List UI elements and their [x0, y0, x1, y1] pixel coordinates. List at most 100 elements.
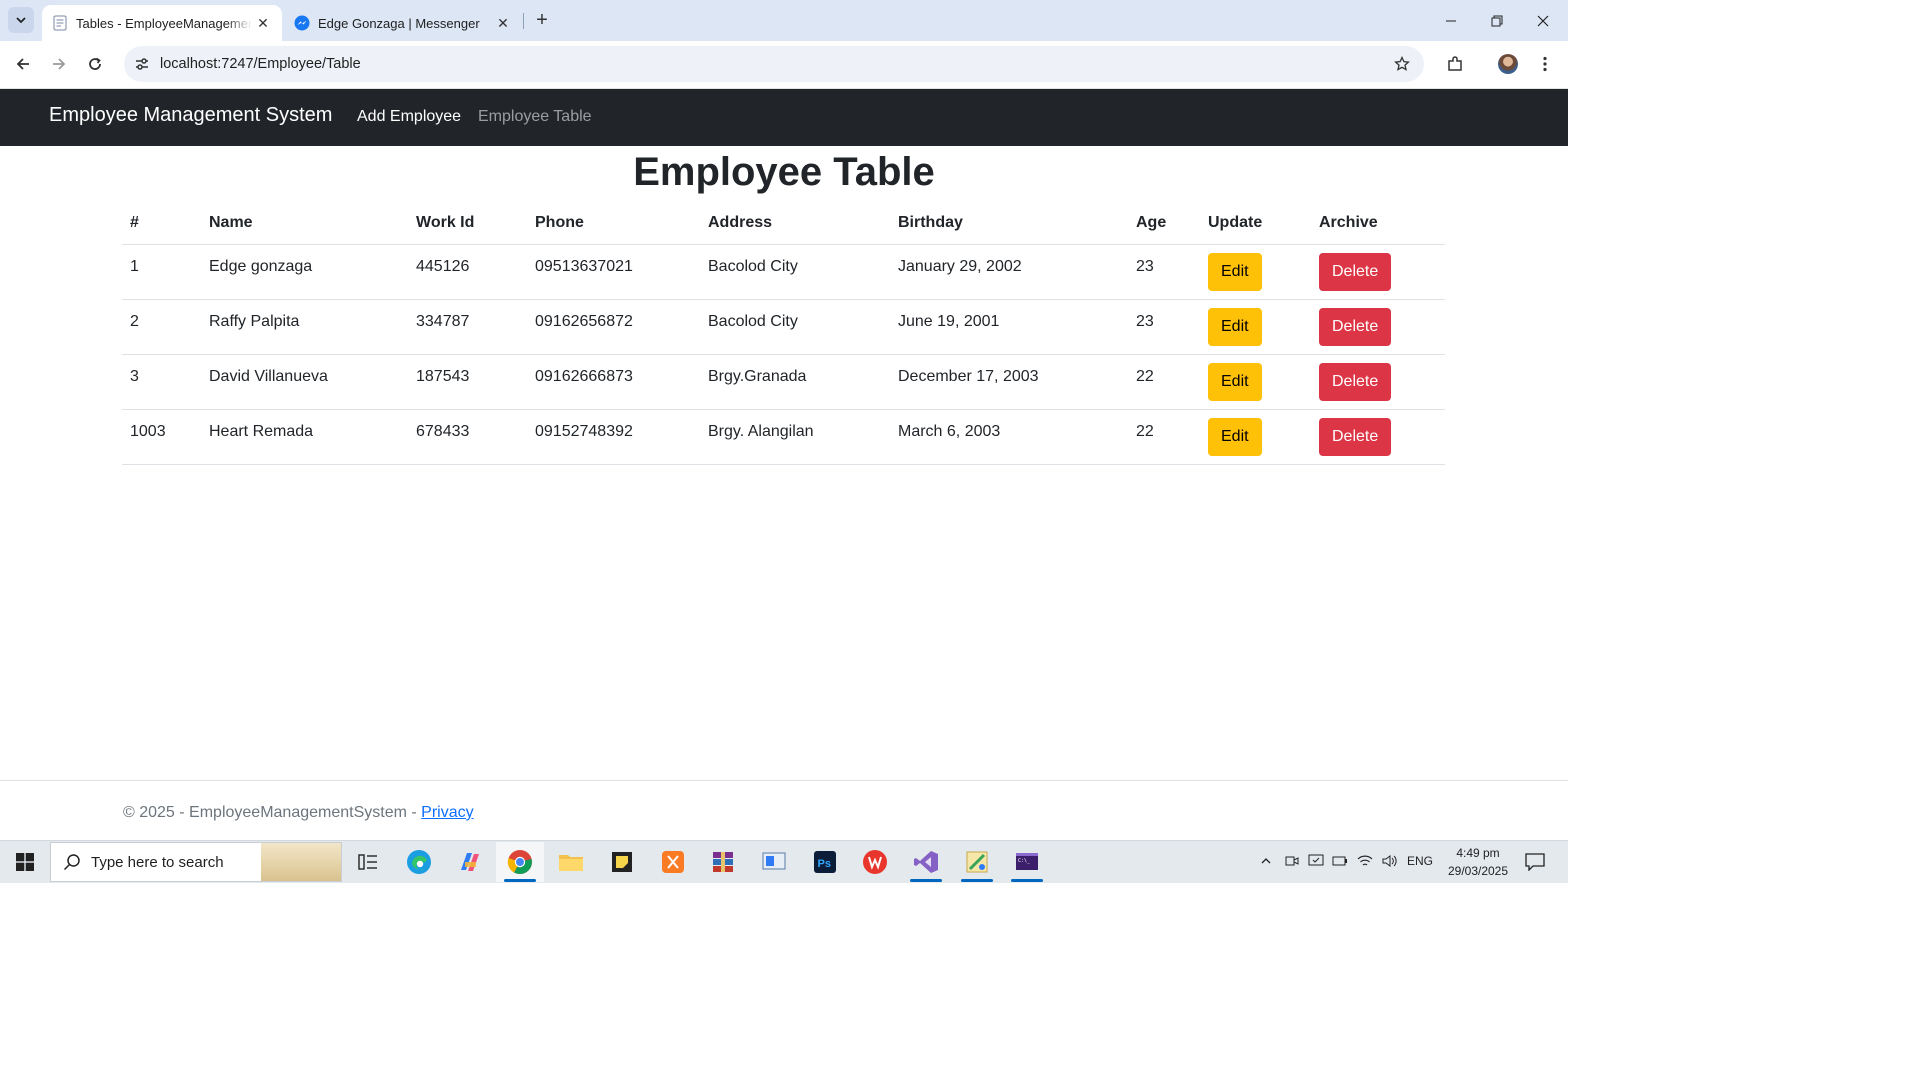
clock-date: 29/03/2025 — [1447, 864, 1509, 878]
extensions-icon[interactable] — [1440, 49, 1470, 79]
navbar-brand[interactable]: Employee Management System — [49, 104, 332, 127]
meet-now-icon[interactable] — [1282, 851, 1302, 871]
chevron-up-icon[interactable] — [1256, 851, 1276, 871]
volume-icon[interactable] — [1380, 851, 1400, 871]
cell-birthday: June 19, 2001 — [898, 313, 1000, 330]
cell-birthday: January 29, 2002 — [898, 258, 1022, 275]
column-header-phone: Phone — [527, 202, 700, 245]
delete-button[interactable]: Delete — [1319, 308, 1392, 346]
forward-button[interactable] — [44, 49, 74, 79]
browser-tab-messenger[interactable]: Edge Gonzaga | Messenger ✕ — [284, 5, 522, 41]
taskbar-app-visual-studio[interactable] — [902, 842, 950, 882]
employee-table: # Name Work Id Phone Address Birthday Ag… — [122, 202, 1445, 465]
taskbar-app-winrar[interactable] — [699, 842, 747, 882]
new-tab-button[interactable]: + — [530, 8, 554, 32]
cell-number: 1003 — [130, 423, 166, 440]
column-header-archive: Archive — [1311, 202, 1445, 245]
nav-link-add-employee[interactable]: Add Employee — [357, 108, 461, 126]
close-tab-icon[interactable]: ✕ — [492, 12, 514, 34]
delete-button[interactable]: Delete — [1319, 418, 1392, 456]
reload-icon — [89, 57, 101, 70]
arrow-left-icon — [16, 58, 29, 70]
browser-menu-icon[interactable] — [1530, 49, 1560, 79]
edit-button[interactable]: Edit — [1208, 418, 1262, 456]
sticky-notes-icon — [612, 852, 632, 872]
paint-app-icon — [966, 851, 988, 873]
taskbar-app-paint[interactable] — [953, 842, 1001, 882]
cell-work-id: 187543 — [416, 368, 470, 385]
start-button[interactable] — [0, 841, 50, 883]
reload-button[interactable] — [80, 49, 110, 79]
edit-button[interactable]: Edit — [1208, 308, 1262, 346]
cell-work-id: 678433 — [416, 423, 470, 440]
defender-icon[interactable] — [1306, 851, 1326, 871]
language-indicator[interactable]: ENG — [1407, 854, 1433, 868]
notification-center-icon[interactable] — [1522, 849, 1548, 875]
privacy-link[interactable]: Privacy — [421, 804, 473, 821]
column-header-birthday: Birthday — [890, 202, 1128, 245]
active-app-indicator — [504, 879, 536, 882]
delete-button[interactable]: Delete — [1319, 253, 1392, 291]
tab-search-button[interactable] — [8, 7, 34, 33]
visual-studio-icon — [914, 851, 938, 873]
url-text[interactable]: localhost:7247/Employee/Table — [160, 56, 1388, 72]
edit-button[interactable]: Edit — [1208, 363, 1262, 401]
cell-birthday: March 6, 2003 — [898, 423, 1001, 440]
cell-phone: 09152748392 — [535, 423, 633, 440]
close-tab-icon[interactable]: ✕ — [252, 12, 274, 34]
task-view-button[interactable] — [344, 842, 392, 882]
cell-work-id: 334787 — [416, 313, 470, 330]
cell-number: 1 — [130, 258, 139, 275]
taskbar-app-edge[interactable] — [395, 842, 443, 882]
page-footer: © 2025 - EmployeeManagementSystem - Priv… — [0, 780, 1568, 841]
taskbar-app-remote-desktop[interactable] — [750, 842, 798, 882]
windows-logo-icon — [16, 853, 34, 871]
taskbar-app-terminal[interactable]: C:\_ — [1003, 842, 1051, 882]
svg-text:C:\_: C:\_ — [1018, 858, 1031, 864]
column-header-age: Age — [1128, 202, 1200, 245]
back-button[interactable] — [8, 49, 38, 79]
search-highlight-image — [261, 843, 341, 881]
taskbar-app-wps-office[interactable] — [851, 842, 899, 882]
taskbar-app-xampp[interactable] — [649, 842, 697, 882]
battery-icon[interactable] — [1330, 851, 1350, 871]
close-window-icon[interactable] — [1520, 0, 1566, 41]
task-view-icon — [358, 854, 377, 870]
cell-age: 22 — [1136, 368, 1154, 385]
taskbar-clock[interactable]: 4:49 pm 29/03/2025 — [1440, 844, 1516, 880]
taskbar-search-box[interactable]: Type here to search — [50, 842, 342, 882]
profile-avatar[interactable] — [1493, 49, 1523, 79]
taskbar-app-chrome[interactable] — [496, 842, 544, 882]
nav-link-employee-table[interactable]: Employee Table — [478, 108, 592, 126]
taskbar-app-photoshop[interactable]: Ps — [801, 842, 849, 882]
taskbar-app-sticky-notes[interactable] — [598, 842, 646, 882]
restore-icon[interactable] — [1474, 0, 1520, 41]
column-header-update: Update — [1200, 202, 1311, 245]
tab-separator — [523, 13, 524, 29]
arrow-right-icon — [53, 58, 66, 70]
wifi-icon[interactable] — [1355, 851, 1375, 871]
site-info-icon[interactable] — [130, 52, 154, 76]
browser-tab-tables[interactable]: Tables - EmployeeManagementSystem ✕ — [42, 5, 282, 41]
delete-button[interactable]: Delete — [1319, 363, 1392, 401]
edit-button[interactable]: Edit — [1208, 253, 1262, 291]
windows-taskbar: Type here to search Ps C:\_ ENG 4:49 pm … — [0, 840, 1568, 883]
taskbar-app-file-explorer[interactable] — [547, 842, 595, 882]
cell-name: Edge gonzaga — [209, 258, 313, 275]
table-row: 1003 Heart Remada 678433 09152748392 Brg… — [122, 409, 1445, 465]
cell-work-id: 445126 — [416, 258, 470, 275]
app-navbar: Employee Management System Add Employee … — [0, 89, 1568, 146]
cell-address: Brgy. Alangilan — [708, 423, 814, 440]
active-app-indicator — [1011, 879, 1043, 882]
cell-phone: 09513637021 — [535, 258, 633, 275]
column-header-number: # — [122, 202, 201, 245]
address-bar[interactable]: localhost:7247/Employee/Table — [124, 46, 1424, 82]
taskbar-app-copilot[interactable] — [446, 842, 494, 882]
bookmark-star-icon[interactable] — [1388, 50, 1416, 78]
minimize-icon[interactable] — [1428, 0, 1474, 41]
cell-address: Bacolod City — [708, 313, 798, 330]
browser-tab-strip: Tables - EmployeeManagementSystem ✕ Edge… — [0, 0, 1568, 41]
svg-text:Ps: Ps — [818, 858, 831, 870]
avatar — [1498, 54, 1518, 74]
copyright-text: © 2025 - EmployeeManagementSystem - — [123, 804, 422, 821]
